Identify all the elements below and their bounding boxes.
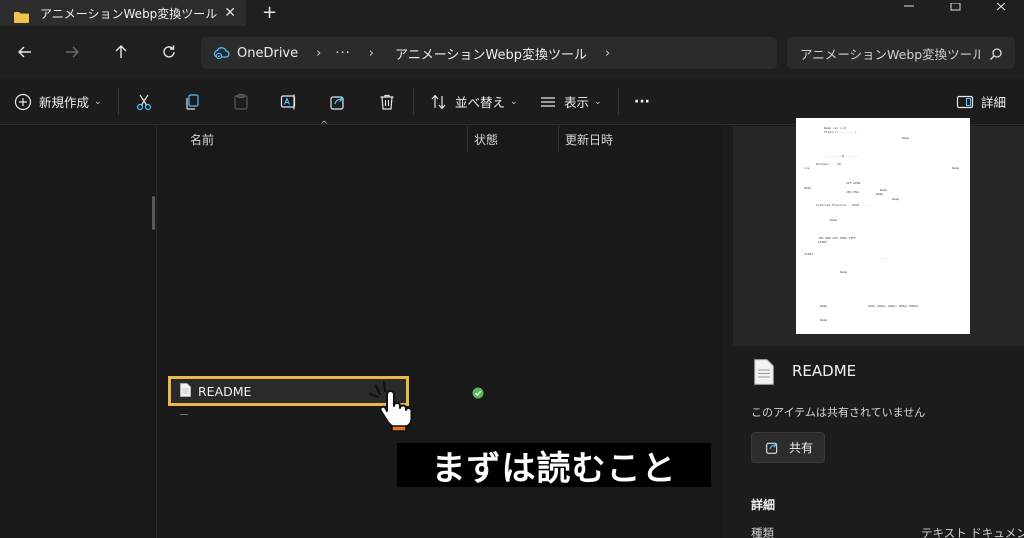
column-header-name[interactable]: 名前 [190,126,214,152]
paste-button[interactable] [232,78,250,125]
details-button-label: 詳細 [981,95,1007,110]
copy-button[interactable] [183,78,201,125]
new-button[interactable]: 新規作成 ⌄ [14,78,102,125]
window-tab[interactable]: アニメーションWebp変換ツール ✕ [0,0,246,26]
sync-status-icon [472,384,484,403]
view-button-label: 表示 [564,95,590,110]
arrow-left-icon [18,46,31,58]
column-divider[interactable] [558,126,559,152]
new-button-label: 新規作成 [39,95,90,110]
breadcrumb-current-folder[interactable]: アニメーションWebp変換ツール [395,44,587,63]
scissors-icon [136,94,152,110]
share-icon [330,95,344,110]
arrow-up-icon [115,45,127,58]
up-button[interactable] [110,41,132,63]
trash-icon [380,94,394,110]
share-button[interactable] [329,78,347,125]
arrow-right-icon [66,46,79,58]
chevron-down-icon: ⌄ [510,96,518,107]
chevron-down-icon: ⌄ [594,96,602,107]
breadcrumb-separator[interactable]: › [316,46,321,61]
onedrive-cloud-icon [213,44,230,63]
maximize-button[interactable] [932,0,978,12]
folder-icon [14,8,29,23]
address-toolbar: OneDrive › ··· › アニメーションWebp変換ツール › アニメー… [0,26,1024,78]
tab-title: アニメーションWebp変換ツール [40,6,218,21]
plus-circle-icon [14,93,32,110]
new-tab-button[interactable]: + [262,2,277,23]
file-preview: Webp ver 1.0 https://........./ Webp ...… [733,118,1024,346]
address-bar[interactable]: OneDrive › ··· › アニメーションWebp変換ツール › [201,37,777,69]
toolbar-divider [413,88,414,115]
search-box[interactable]: アニメーションWebp変換ツールの検索 [787,37,1015,69]
tutorial-caption: まずは読むこと [397,443,711,489]
breadcrumb-onedrive[interactable]: OneDrive [237,46,298,61]
cut-button[interactable] [135,78,153,125]
delete-button[interactable] [378,78,396,125]
text-document-icon [754,359,774,389]
refresh-icon [163,45,175,58]
text-document-icon [180,382,191,401]
breadcrumb-overflow[interactable]: ··· [335,46,350,61]
file-name: README [198,383,252,399]
forward-button[interactable] [61,41,83,63]
more-options-icon: ··· [634,93,650,110]
row-divider [180,414,188,415]
share-button[interactable]: 共有 [751,432,825,463]
column-header-status[interactable]: 状態 [474,126,498,152]
chevron-down-icon: ⌄ [94,96,102,107]
breadcrumb-separator[interactable]: › [605,46,610,61]
back-button[interactable] [14,41,36,63]
close-window-button[interactable] [978,0,1024,12]
toolbar-divider [118,88,119,115]
rename-icon [280,94,296,109]
details-kind-value: テキスト ドキュメント [921,526,1024,538]
sort-button[interactable]: 並べ替え ⌄ [430,78,518,125]
nav-scrollbar[interactable] [152,196,155,230]
document-preview-page: Webp ver 1.0 https://........./ Webp ...… [796,118,970,334]
sort-indicator-icon: ^ [320,120,329,131]
details-section-header: 詳細 [751,498,776,512]
view-button[interactable]: 表示 ⌄ [539,78,602,125]
toolbar-divider [618,88,619,115]
sort-button-label: 並べ替え [455,95,506,110]
column-header-modified[interactable]: 更新日時 [565,126,613,152]
breadcrumb-separator[interactable]: › [369,46,374,61]
title-bar: アニメーションWebp変換ツール ✕ + [0,0,1024,26]
details-file-name: README [792,362,857,380]
more-options-button[interactable]: ··· [634,78,650,125]
details-pane: Webp ver 1.0 https://........./ Webp ...… [722,118,1024,538]
close-tab-icon[interactable]: ✕ [224,5,236,21]
rename-button[interactable] [280,78,298,125]
pointing-hand-icon [368,380,418,436]
search-input[interactable]: アニメーションWebp変換ツールの検索 [800,44,980,63]
copy-icon [186,93,199,110]
details-kind-label: 種類 [751,526,774,538]
column-divider[interactable] [467,126,468,152]
sort-icon [431,94,446,109]
share-icon [766,442,778,454]
search-icon [989,46,1003,65]
navigation-pane [0,126,157,538]
view-list-icon [541,96,555,107]
minimize-button[interactable] [886,0,932,12]
refresh-button[interactable] [158,41,180,63]
caption-text: まずは読むこと [431,448,677,489]
share-status-text: このアイテムは共有されていません [751,406,926,419]
share-button-label: 共有 [789,441,814,455]
details-pane-icon [956,95,974,108]
clipboard-icon [234,93,248,110]
